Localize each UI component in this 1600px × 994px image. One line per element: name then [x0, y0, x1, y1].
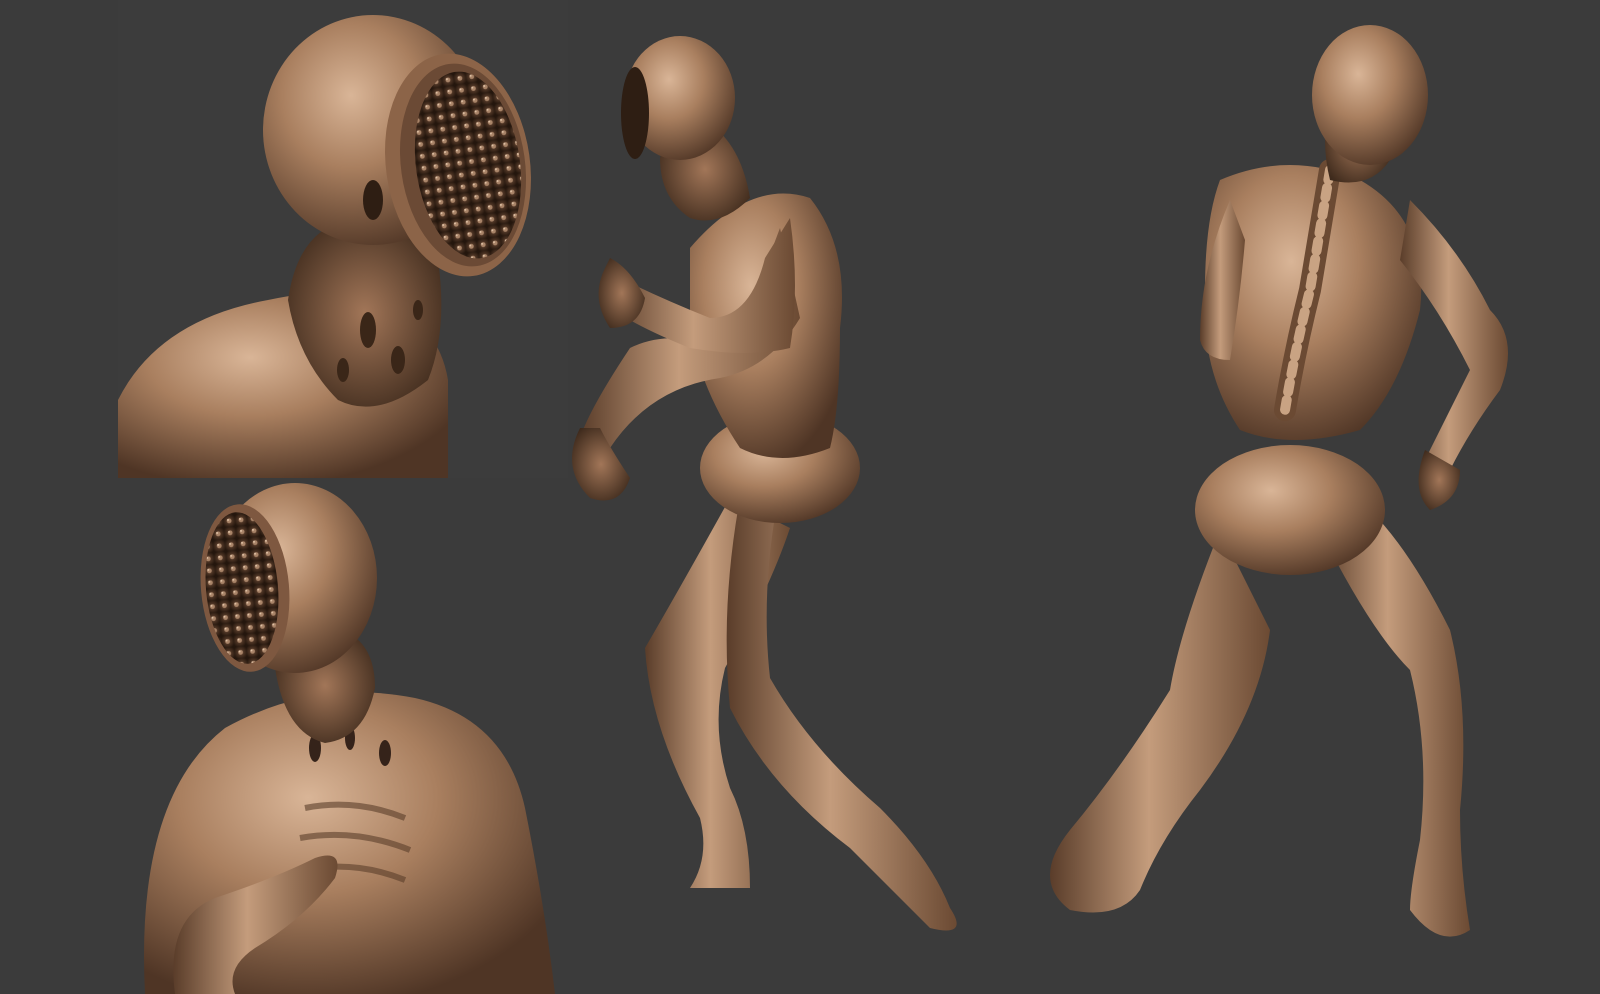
closeup-side-view	[118, 0, 568, 478]
full-body-side-view	[550, 28, 1040, 994]
full-body-back-view	[1030, 10, 1570, 994]
sculpt-turnaround-sheet	[0, 0, 1600, 994]
closeup-front-view	[85, 478, 575, 994]
